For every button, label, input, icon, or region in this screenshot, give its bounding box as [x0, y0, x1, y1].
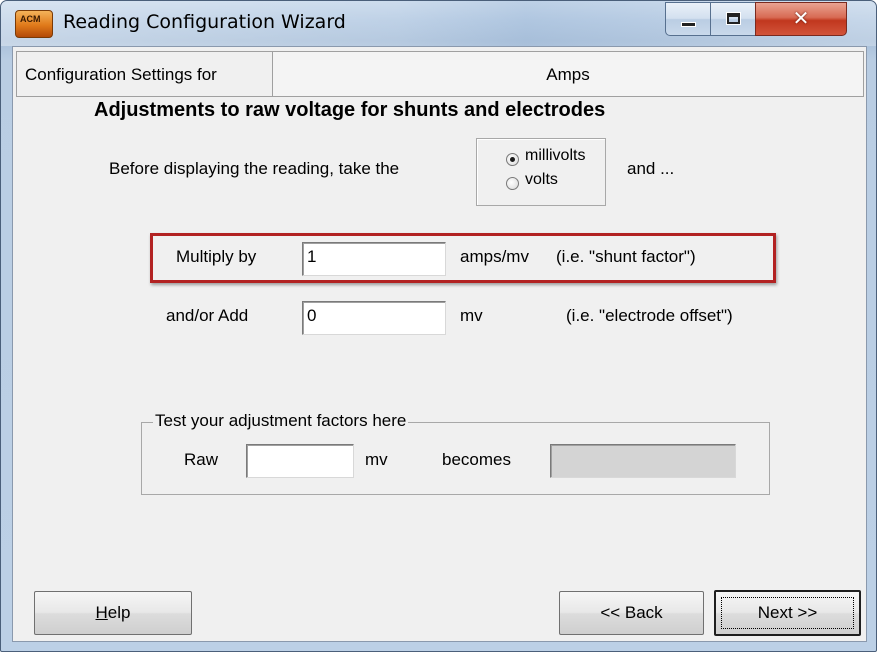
- add-input[interactable]: 0: [302, 301, 446, 335]
- raw-label: Raw: [184, 450, 219, 469]
- suffix-text: and ...: [627, 159, 675, 178]
- minimize-button[interactable]: [665, 2, 711, 36]
- result-field: [550, 444, 736, 478]
- maximize-button[interactable]: [710, 2, 756, 36]
- client-area: Configuration Settings for Amps: [12, 46, 867, 642]
- app-logo-text: ACM: [20, 14, 41, 24]
- add-note: (i.e. "electrode offset"): [566, 306, 733, 325]
- raw-unit: mv: [365, 450, 388, 469]
- maximize-icon: [727, 13, 740, 24]
- multiply-label: Multiply by: [176, 247, 257, 266]
- prefix-text: Before displaying the reading, take the: [109, 159, 400, 178]
- multiply-unit: amps/mv: [460, 247, 529, 266]
- raw-input[interactable]: [246, 444, 354, 478]
- minimize-icon: [682, 23, 695, 26]
- add-label: and/or Add: [166, 306, 249, 325]
- becomes-label: becomes: [442, 450, 511, 469]
- add-unit: mv: [460, 306, 483, 325]
- back-button[interactable]: << Back: [559, 591, 704, 635]
- back-label: << Back: [600, 603, 663, 622]
- help-label-rest: elp: [107, 603, 131, 622]
- section-heading: Adjustments to raw voltage for shunts an…: [94, 99, 606, 121]
- config-header: Configuration Settings for Amps: [16, 51, 864, 97]
- multiply-input[interactable]: 1: [302, 242, 446, 276]
- config-label: Configuration Settings for: [25, 65, 217, 84]
- next-button[interactable]: Next >>: [714, 590, 861, 636]
- test-group-title: Test your adjustment factors here: [153, 411, 409, 431]
- close-button[interactable]: ✕: [755, 2, 847, 36]
- millivolts-label[interactable]: millivolts: [525, 147, 585, 165]
- help-label: Help: [96, 603, 131, 622]
- app-logo-icon[interactable]: ACM: [15, 10, 53, 38]
- config-value: Amps: [546, 65, 590, 84]
- help-mnemonic: H: [95, 603, 108, 622]
- next-label: Next >>: [757, 603, 818, 622]
- config-value-panel: Amps: [273, 52, 863, 96]
- volts-label[interactable]: volts: [525, 171, 558, 189]
- close-icon: ✕: [792, 6, 810, 30]
- window-frame: ACM Reading Configuration Wizard ✕ Confi…: [0, 0, 877, 652]
- window-title: Reading Configuration Wizard: [63, 11, 346, 33]
- help-button[interactable]: Help: [34, 591, 192, 635]
- unit-radio-group: millivolts volts: [476, 138, 606, 206]
- multiply-note: (i.e. "shunt factor"): [556, 247, 696, 266]
- millivolts-radio[interactable]: [506, 153, 519, 166]
- volts-radio[interactable]: [506, 177, 519, 190]
